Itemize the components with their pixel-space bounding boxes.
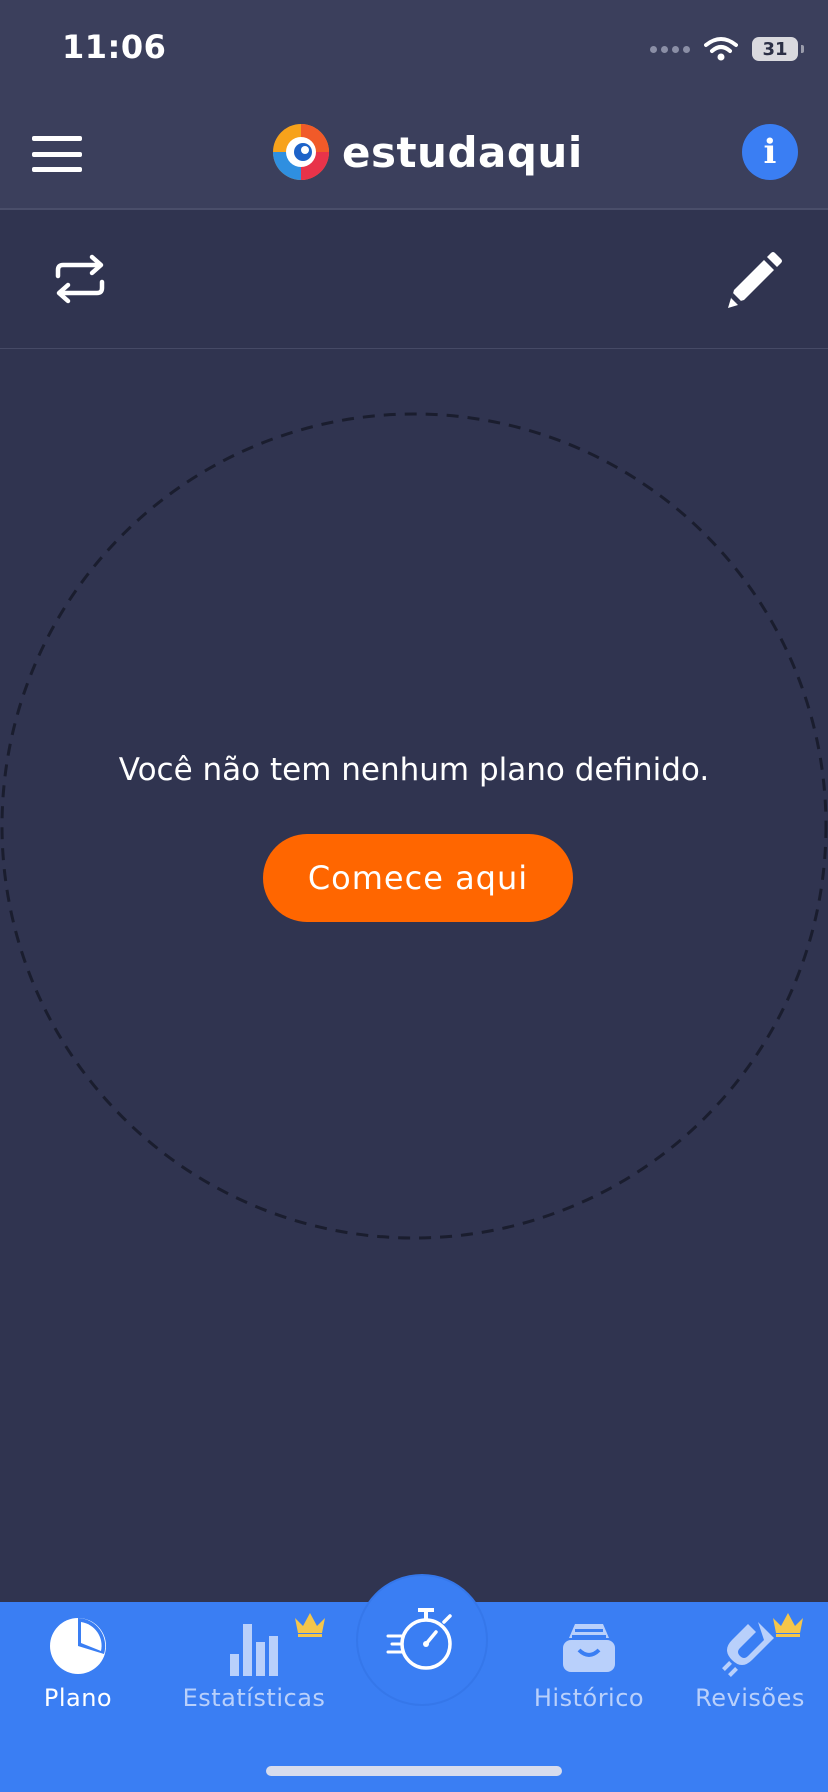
plan-toolbar [0,210,828,349]
stopwatch-button[interactable] [358,1576,486,1704]
premium-crown-icon [773,1613,803,1637]
plan-chart-placeholder [0,412,828,1240]
status-time: 11:06 [62,28,167,66]
nav-item-historico[interactable]: Histórico [526,1614,652,1724]
brand: estudaqui [272,122,583,182]
menu-icon[interactable] [32,136,82,172]
nav-label-estatisticas: Estatísticas [182,1684,326,1712]
status-indicators: 31 [650,34,804,64]
swap-icon[interactable] [50,254,110,304]
wifi-icon [704,37,738,61]
info-button[interactable]: i [742,124,798,180]
brand-logo-icon [273,124,329,180]
pencil-icon[interactable] [720,250,784,314]
nav-label-revisoes: Revisões [695,1684,805,1712]
stopwatch-icon [386,1608,452,1670]
premium-crown-icon [295,1613,325,1637]
brand-name: estudaqui [342,127,583,177]
start-here-button[interactable]: Comece aqui [263,834,573,922]
status-bar: 11:06 31 [0,0,828,100]
archive-box-icon [563,1624,615,1672]
bar-chart-icon [230,1624,278,1676]
battery-icon: 31 [752,37,804,61]
app-header: estudaqui i [0,100,828,210]
nav-item-plano[interactable]: Plano [36,1614,120,1724]
home-indicator [266,1766,562,1776]
nav-label-historico: Histórico [533,1684,645,1712]
pie-chart-icon [50,1618,106,1674]
cellular-signal-icon [650,45,690,53]
nav-label-plano: Plano [43,1684,113,1712]
empty-plan-message: Você não tem nenhum plano definido. [118,752,710,788]
